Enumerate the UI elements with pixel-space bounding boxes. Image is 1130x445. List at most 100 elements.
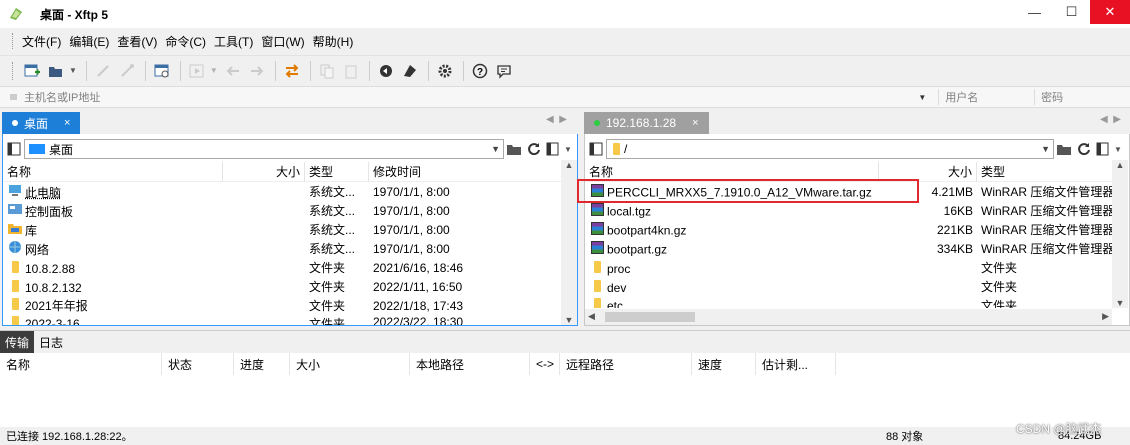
col-progress[interactable]: 进度 <box>234 353 290 375</box>
list-item[interactable]: 2022-3-16 文件夹 2022/3/22, 18:30 <box>3 315 563 325</box>
menu-tools[interactable]: 工具(T) <box>211 33 256 50</box>
help-icon[interactable]: ? <box>469 60 491 82</box>
list-item[interactable]: 10.8.2.88 文件夹 2021/6/16, 18:46 <box>3 258 563 277</box>
settings-gear-icon[interactable] <box>434 60 456 82</box>
path-dropdown-icon[interactable]: ▼ <box>1041 144 1050 154</box>
col-local-path[interactable]: 本地路径 <box>410 353 530 375</box>
tab-close-icon[interactable]: × <box>64 117 70 129</box>
close-button[interactable]: ✕ <box>1090 0 1130 24</box>
view-dropdown-icon[interactable]: ▼ <box>564 145 572 154</box>
forward-icon[interactable] <box>246 60 268 82</box>
xftp-icon[interactable] <box>399 60 421 82</box>
scroll-down-icon[interactable]: ▼ <box>1112 298 1128 308</box>
list-item[interactable]: 此电脑 系统文... 1970/1/1, 8:00 <box>3 182 563 201</box>
view-mode-icon[interactable] <box>544 139 564 159</box>
view-mode-icon[interactable] <box>1094 139 1114 159</box>
remote-vertical-scrollbar[interactable]: ▲ ▼ <box>1112 160 1128 308</box>
chat-icon[interactable] <box>493 60 515 82</box>
col-modified[interactable]: 修改时间 <box>369 162 563 182</box>
play-icon[interactable] <box>186 60 208 82</box>
remote-path-input[interactable]: / ▼ <box>606 139 1054 159</box>
transfer-list: 名称 状态 进度 大小 本地路径 <-> 远程路径 速度 估计剩... <box>0 353 1130 427</box>
file-type: 文件夹 <box>309 261 346 275</box>
folder-icon <box>589 260 605 274</box>
scroll-down-icon[interactable]: ▼ <box>561 315 577 325</box>
toggle-tree-icon[interactable] <box>586 139 606 159</box>
col-status[interactable]: 状态 <box>162 353 234 375</box>
list-item[interactable]: proc 文件夹 <box>585 258 1113 277</box>
host-dropdown-icon[interactable]: ▼ <box>918 93 932 102</box>
connect-icon[interactable] <box>92 60 114 82</box>
parent-folder-icon[interactable] <box>504 139 524 159</box>
parent-folder-icon[interactable] <box>1054 139 1074 159</box>
play-dropdown-icon[interactable]: ▼ <box>210 66 218 75</box>
col-eta[interactable]: 估计剩... <box>756 353 836 375</box>
highlight-box <box>577 179 919 203</box>
list-item[interactable]: 2021年年报 文件夹 2022/1/18, 17:43 <box>3 296 563 315</box>
scroll-thumb[interactable] <box>605 312 695 322</box>
view-dropdown-icon[interactable]: ▼ <box>1114 145 1122 154</box>
local-path-input[interactable]: 桌面 ▼ <box>24 139 504 159</box>
path-dropdown-icon[interactable]: ▼ <box>491 144 500 154</box>
open-folder-icon[interactable] <box>45 60 67 82</box>
maximize-button[interactable]: ☐ <box>1053 0 1090 24</box>
list-item[interactable]: etc 文件夹 <box>585 296 1113 308</box>
back-icon[interactable] <box>222 60 244 82</box>
menu-view[interactable]: 查看(V) <box>114 33 160 50</box>
transfer-list-header: 名称 状态 进度 大小 本地路径 <-> 远程路径 速度 估计剩... <box>0 353 1130 375</box>
remote-horizontal-scrollbar[interactable]: ◀ ▶ <box>585 309 1112 325</box>
file-name: 库 <box>25 223 38 238</box>
properties-icon[interactable] <box>151 60 173 82</box>
menu-edit[interactable]: 编辑(E) <box>66 33 112 50</box>
col-direction[interactable]: <-> <box>530 353 560 375</box>
disconnect-icon[interactable] <box>116 60 138 82</box>
paste-icon[interactable] <box>340 60 362 82</box>
new-session-icon[interactable] <box>21 60 43 82</box>
col-type[interactable]: 类型 <box>977 162 1113 182</box>
menu-help[interactable]: 帮助(H) <box>310 33 357 50</box>
file-type: WinRAR 压缩文件管理器 <box>981 185 1113 199</box>
xshell-icon[interactable] <box>375 60 397 82</box>
host-input[interactable]: 主机名或IP地址 <box>8 89 918 105</box>
menu-window[interactable]: 窗口(W) <box>258 33 307 50</box>
refresh-icon[interactable] <box>1074 139 1094 159</box>
scroll-up-icon[interactable]: ▲ <box>561 160 577 170</box>
list-item[interactable]: 10.8.2.132 文件夹 2022/1/11, 16:50 <box>3 277 563 296</box>
menu-command[interactable]: 命令(C) <box>162 33 209 50</box>
menu-file[interactable]: 文件(F) <box>19 33 64 50</box>
list-item[interactable]: 网络 系统文... 1970/1/1, 8:00 <box>3 239 563 258</box>
tab-desktop[interactable]: 桌面 × <box>2 112 81 134</box>
refresh-icon[interactable] <box>524 139 544 159</box>
list-item[interactable]: local.tgz 16KB WinRAR 压缩文件管理器 <box>585 201 1113 220</box>
local-vertical-scrollbar[interactable]: ▲ ▼ <box>561 160 577 325</box>
username-input[interactable]: 用户名 <box>938 89 1034 105</box>
scroll-left-icon[interactable]: ◀ <box>588 311 595 322</box>
copy-icon[interactable] <box>316 60 338 82</box>
tab-log[interactable]: 日志 <box>34 331 68 353</box>
col-name[interactable]: 名称 <box>3 161 223 182</box>
tab-close-icon[interactable]: × <box>692 117 698 129</box>
transfer-icon[interactable] <box>281 60 303 82</box>
list-item[interactable]: bootpart.gz 334KB WinRAR 压缩文件管理器 <box>585 239 1113 258</box>
password-input[interactable]: 密码 <box>1034 89 1130 105</box>
list-item[interactable]: bootpart4kn.gz 221KB WinRAR 压缩文件管理器 <box>585 220 1113 239</box>
toolbar-separator <box>179 60 181 81</box>
col-size[interactable]: 大小 <box>223 161 305 182</box>
right-nav-arrows-icon[interactable]: ◀ ▶ <box>1100 114 1121 125</box>
col-speed[interactable]: 速度 <box>692 353 756 375</box>
open-dropdown-icon[interactable]: ▼ <box>69 66 77 75</box>
tab-transfers[interactable]: 传输 <box>0 331 35 353</box>
col-size[interactable]: 大小 <box>290 353 410 375</box>
minimize-button[interactable]: — <box>1016 0 1053 24</box>
col-type[interactable]: 类型 <box>305 161 369 182</box>
list-item[interactable]: 库 系统文... 1970/1/1, 8:00 <box>3 220 563 239</box>
col-name[interactable]: 名称 <box>0 353 162 375</box>
list-item[interactable]: 控制面板 系统文... 1970/1/1, 8:00 <box>3 201 563 220</box>
tab-remote-session[interactable]: 192.168.1.28 × <box>584 112 709 134</box>
list-item[interactable]: dev 文件夹 <box>585 277 1113 296</box>
left-nav-arrows-icon[interactable]: ◀ ▶ <box>546 114 567 125</box>
scroll-right-icon[interactable]: ▶ <box>1102 311 1109 322</box>
col-remote-path[interactable]: 远程路径 <box>560 353 692 375</box>
scroll-up-icon[interactable]: ▲ <box>1112 160 1128 170</box>
toggle-tree-icon[interactable] <box>4 139 24 159</box>
